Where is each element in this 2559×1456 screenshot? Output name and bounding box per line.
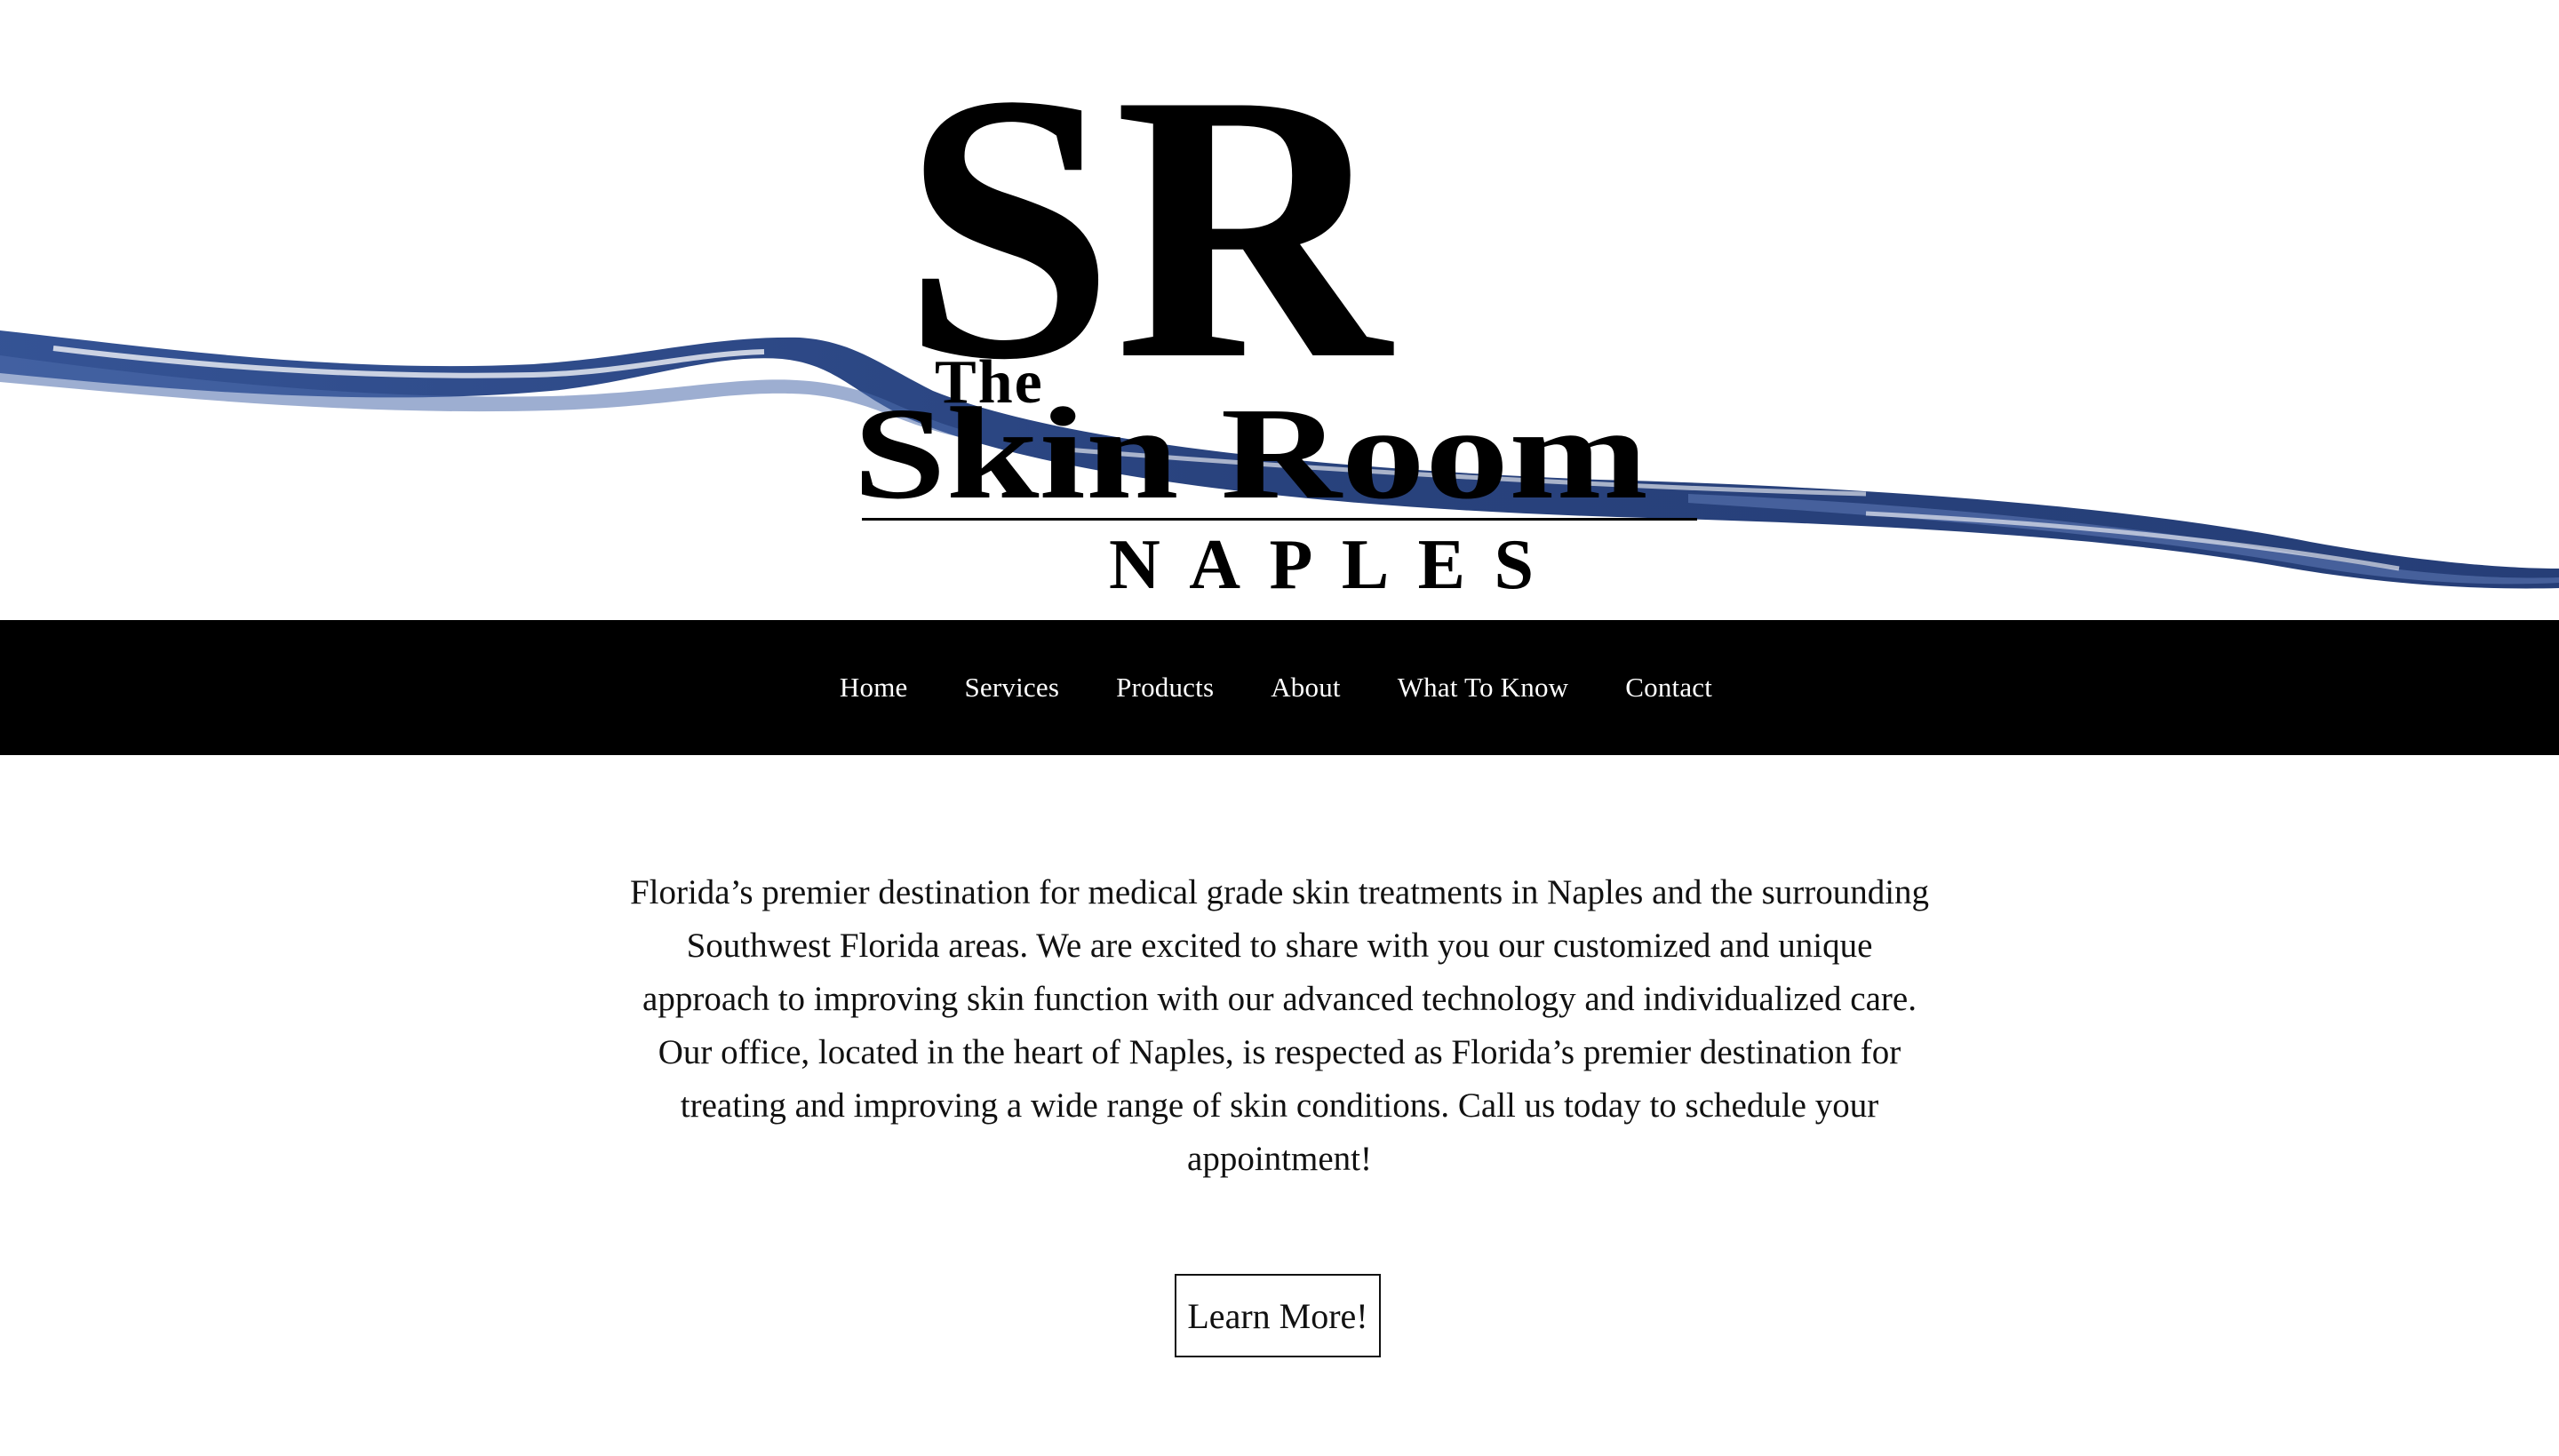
logo-skin-room: Skin Room — [853, 381, 1648, 527]
intro-paragraph: Florida’s premier destination for medica… — [629, 873, 1930, 1178]
skin-room-logo[interactable]: SR The Skin Room NAPLES — [835, 0, 1724, 620]
hero-header: SR The Skin Room NAPLES — [0, 0, 2559, 620]
logo-divider — [862, 518, 1697, 521]
nav-item-what-to-know[interactable]: What To Know — [1398, 672, 1569, 704]
nav-item-services[interactable]: Services — [964, 672, 1059, 704]
nav-item-contact[interactable]: Contact — [1625, 672, 1712, 704]
nav-list: Home Services Products About What To Kno… — [840, 672, 1712, 704]
nav-item-about[interactable]: About — [1271, 672, 1341, 704]
nav-item-products[interactable]: Products — [1116, 672, 1214, 704]
page: SR The Skin Room NAPLES Home Services Pr… — [0, 0, 2559, 1456]
main-nav: Home Services Products About What To Kno… — [0, 620, 2559, 755]
learn-more-button[interactable]: Learn More! — [1175, 1274, 1381, 1357]
nav-item-home[interactable]: Home — [840, 672, 908, 704]
